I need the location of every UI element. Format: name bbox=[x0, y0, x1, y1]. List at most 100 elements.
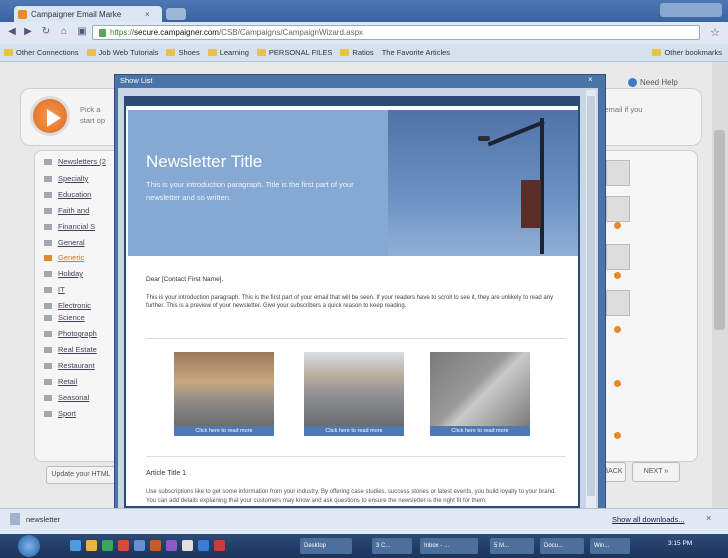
url-path: /CSB/Campaigns/CampaignWizard.aspx bbox=[218, 28, 364, 37]
selection-dot-icon bbox=[614, 326, 621, 333]
reload-icon[interactable]: ↻ bbox=[40, 26, 52, 38]
selection-dot-icon bbox=[614, 222, 621, 229]
category-icon bbox=[44, 159, 52, 165]
taskbar-task[interactable]: 5 M... bbox=[490, 538, 534, 554]
category-link[interactable]: Generic bbox=[58, 253, 84, 262]
category-icon bbox=[44, 395, 52, 401]
template-thumbnail[interactable] bbox=[606, 290, 630, 316]
category-link[interactable]: Education bbox=[58, 190, 91, 199]
bookmark-star-icon[interactable]: ☆ bbox=[710, 26, 720, 39]
category-icon bbox=[44, 315, 52, 321]
taskbar-task[interactable]: Docu... bbox=[540, 538, 584, 554]
category-link[interactable]: Holiday bbox=[58, 269, 83, 278]
bookmark-item[interactable]: Other bookmarks bbox=[652, 48, 728, 57]
folder-icon bbox=[86, 49, 96, 56]
app-icon[interactable] bbox=[198, 540, 209, 551]
category-link[interactable]: Restaurant bbox=[58, 361, 95, 370]
category-link[interactable]: Real Estate bbox=[58, 345, 97, 354]
downloads-close-icon[interactable]: × bbox=[706, 513, 711, 523]
category-icon bbox=[44, 176, 52, 182]
bookmark-label: Learning bbox=[219, 48, 249, 57]
start-button[interactable] bbox=[18, 535, 40, 557]
category-link[interactable]: General bbox=[58, 238, 85, 247]
bookmark-item[interactable]: Learning bbox=[207, 48, 249, 57]
bookmarks-bar: Other Connections Job Web Tutorials Shoe… bbox=[0, 44, 728, 62]
read-more-link[interactable]: Click here to read more bbox=[430, 426, 530, 436]
read-more-link[interactable]: Click here to read more bbox=[304, 426, 404, 436]
article-title: Article Title 1 bbox=[146, 470, 187, 477]
category-link[interactable]: Electronic bbox=[58, 301, 91, 310]
template-thumbnail[interactable] bbox=[606, 160, 630, 186]
tab-close-icon[interactable]: × bbox=[145, 10, 150, 19]
category-icon bbox=[44, 331, 52, 337]
app-icon[interactable] bbox=[150, 540, 161, 551]
system-clock[interactable]: 3:15 PM bbox=[668, 540, 692, 547]
modal-close-icon[interactable]: × bbox=[588, 75, 593, 84]
home-icon[interactable]: ⌂ bbox=[58, 26, 70, 38]
read-more-link[interactable]: Click here to read more bbox=[174, 426, 274, 436]
category-link[interactable]: Seasonal bbox=[58, 393, 89, 402]
article-text: Use subscriptions like to get some infor… bbox=[146, 489, 556, 504]
bookmark-item[interactable]: The Favorite Articles bbox=[382, 48, 450, 57]
category-link[interactable]: Retail bbox=[58, 377, 77, 386]
template-thumbnail[interactable] bbox=[606, 244, 630, 270]
category-link[interactable]: Photograph bbox=[58, 329, 97, 338]
new-tab-button[interactable] bbox=[166, 8, 186, 20]
category-link[interactable]: Science bbox=[58, 313, 85, 322]
divider bbox=[146, 338, 566, 339]
file-icon bbox=[10, 513, 20, 525]
modal-scrollbar-thumb[interactable] bbox=[587, 96, 595, 496]
category-icon bbox=[44, 271, 52, 277]
app-icon[interactable] bbox=[182, 540, 193, 551]
category-icon bbox=[44, 303, 52, 309]
category-icon bbox=[44, 224, 52, 230]
update-html-button[interactable]: Update your HTML bbox=[46, 466, 116, 484]
lock-site-icon: ▣ bbox=[77, 26, 87, 37]
next-button[interactable]: NEXT » bbox=[632, 462, 680, 482]
play-icon[interactable] bbox=[30, 96, 70, 136]
browser-tab[interactable]: Campaigner Email Marke × bbox=[14, 6, 162, 22]
chrome-icon[interactable] bbox=[118, 540, 129, 551]
app-icon[interactable] bbox=[214, 540, 225, 551]
bookmark-item[interactable]: Shoes bbox=[166, 48, 200, 57]
show-all-downloads-link[interactable]: Show all downloads... bbox=[612, 515, 685, 524]
app-icon[interactable] bbox=[134, 540, 145, 551]
category-link[interactable]: Sport bbox=[58, 409, 76, 418]
category-link[interactable]: Specialty bbox=[58, 174, 88, 183]
bookmark-item[interactable]: PERSONAL FILES bbox=[256, 48, 333, 57]
back-arrow-icon[interactable]: ◀ bbox=[6, 26, 18, 38]
media-icon[interactable] bbox=[102, 540, 113, 551]
category-link[interactable]: IT bbox=[58, 285, 65, 294]
template-thumbnail[interactable] bbox=[606, 196, 630, 222]
bookmark-item[interactable]: Job Web Tutorials bbox=[86, 48, 158, 57]
bookmark-label: The Favorite Articles bbox=[381, 48, 451, 57]
taskbar-task[interactable]: Desktop bbox=[300, 538, 352, 554]
address-bar[interactable]: https:// secure.campaigner.com /CSB/Camp… bbox=[92, 25, 700, 40]
newsletter-title: Newsletter Title bbox=[146, 152, 263, 171]
bookmark-label: PERSONAL FILES bbox=[268, 48, 333, 57]
folder-icon bbox=[166, 49, 176, 56]
category-icon bbox=[44, 240, 52, 246]
article-photo bbox=[174, 352, 274, 426]
window-controls[interactable] bbox=[660, 3, 722, 17]
folder-icon bbox=[652, 49, 662, 56]
need-help-button[interactable]: Need Help bbox=[628, 78, 678, 87]
taskbar-task[interactable]: 3 C... bbox=[372, 538, 412, 554]
tab-title: Campaigner Email Marke bbox=[31, 9, 122, 19]
forward-arrow-icon[interactable]: ▶ bbox=[22, 26, 34, 38]
app-icon[interactable] bbox=[166, 540, 177, 551]
page-scrollbar-thumb[interactable] bbox=[714, 130, 725, 330]
tab-favicon-icon bbox=[18, 9, 27, 19]
folder-icon[interactable] bbox=[86, 540, 97, 551]
ie-icon[interactable] bbox=[70, 540, 81, 551]
download-item[interactable]: newsletter bbox=[10, 513, 60, 525]
category-link[interactable]: Faith and bbox=[58, 206, 89, 215]
taskbar-task[interactable]: Inbox - ... bbox=[420, 538, 478, 554]
taskbar-task[interactable]: Win... bbox=[590, 538, 630, 554]
category-link[interactable]: Newsletters (2 bbox=[58, 157, 106, 166]
category-link[interactable]: Financial S bbox=[58, 222, 95, 231]
newsletter-top-band bbox=[126, 98, 578, 106]
bookmark-item[interactable]: Other Connections bbox=[4, 48, 79, 57]
bookmark-label: Ratios bbox=[352, 48, 374, 57]
bookmark-item[interactable]: Ratios bbox=[340, 48, 374, 57]
